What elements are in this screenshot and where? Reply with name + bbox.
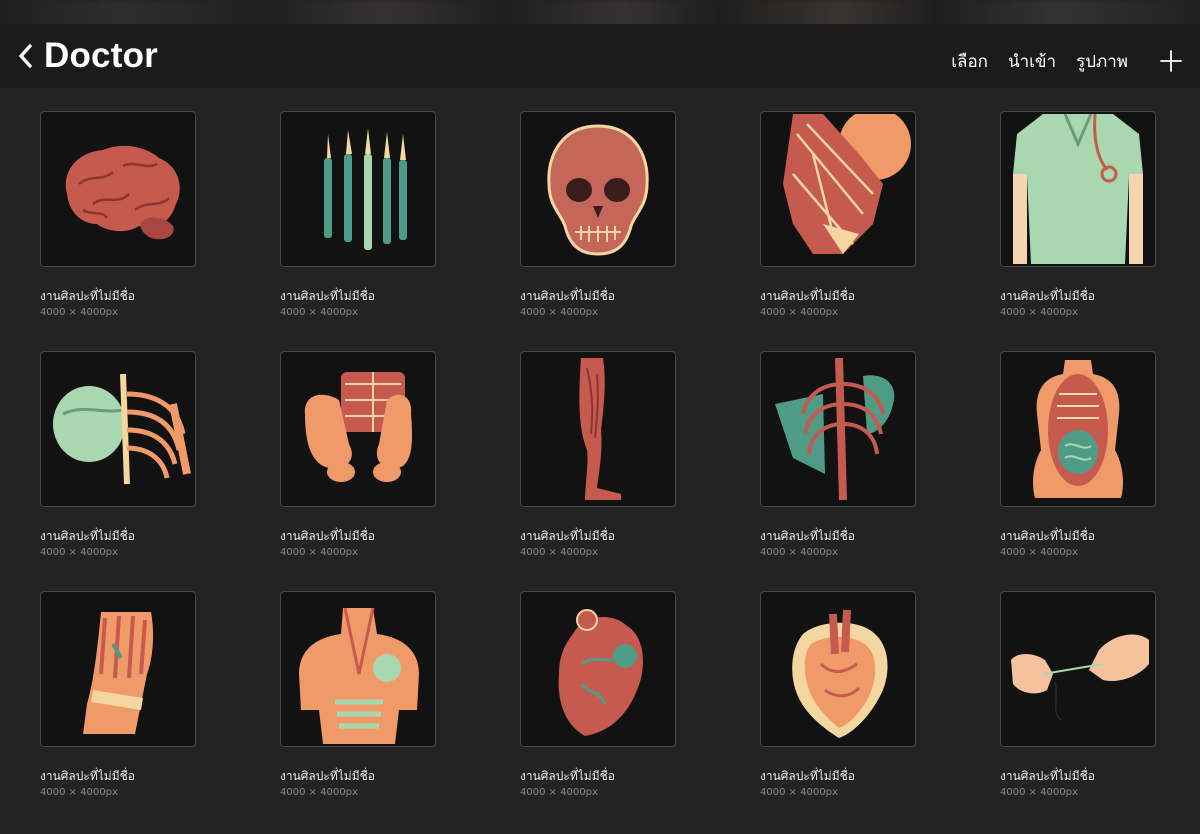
artwork-card[interactable]: งานศิลปะที่ไม่มีชื่อ 4000 × 4000px bbox=[760, 351, 916, 558]
pelvis-illustration bbox=[304, 372, 413, 482]
artwork-size: 4000 × 4000px bbox=[1000, 787, 1078, 798]
header-actions: เลือก นำเข้า รูปภาพ bbox=[931, 46, 1182, 76]
artwork-size: 4000 × 4000px bbox=[280, 307, 358, 318]
artwork-title: งานศิลปะที่ไม่มีชื่อ bbox=[1000, 769, 1095, 783]
artwork-thumbnail[interactable] bbox=[1000, 351, 1156, 507]
artwork-thumbnail[interactable] bbox=[1000, 591, 1156, 747]
select-button[interactable]: เลือก bbox=[951, 48, 988, 75]
artwork-title: งานศิลปะที่ไม่มีชื่อ bbox=[520, 529, 615, 543]
artwork-size: 4000 × 4000px bbox=[280, 547, 358, 558]
artwork-size: 4000 × 4000px bbox=[760, 307, 838, 318]
artwork-title: งานศิลปะที่ไม่มีชื่อ bbox=[1000, 289, 1095, 303]
artwork-card[interactable]: งานศิลปะที่ไม่มีชื่อ 4000 × 4000px bbox=[520, 351, 676, 558]
artwork-size: 4000 × 4000px bbox=[760, 787, 838, 798]
artwork-title: งานศิลปะที่ไม่มีชื่อ bbox=[40, 769, 135, 783]
shoulder-ribcage-illustration bbox=[53, 373, 191, 485]
artwork-size: 4000 × 4000px bbox=[1000, 307, 1078, 318]
artwork-title: งานศิลปะที่ไม่มีชื่อ bbox=[40, 289, 135, 303]
artwork-card[interactable]: งานศิลปะที่ไม่มีชื่อ 4000 × 4000px bbox=[40, 591, 196, 798]
artwork-size: 4000 × 4000px bbox=[40, 547, 118, 558]
back-button[interactable]: Doctor bbox=[16, 36, 158, 76]
artwork-thumbnail[interactable] bbox=[1000, 111, 1156, 267]
artwork-card[interactable]: งานศิลปะที่ไม่มีชื่อ 4000 × 4000px bbox=[40, 111, 196, 318]
heart-illustration bbox=[558, 609, 643, 736]
artwork-title: งานศิลปะที่ไม่มีชื่อ bbox=[760, 289, 855, 303]
plus-icon[interactable] bbox=[1160, 50, 1182, 72]
nav-header: Doctor เลือก นำเข้า รูปภาพ bbox=[0, 24, 1200, 88]
artwork-thumbnail[interactable] bbox=[760, 351, 916, 507]
artwork-card[interactable]: งานศิลปะที่ไม่มีชื่อ 4000 × 4000px bbox=[520, 591, 676, 798]
artwork-card[interactable]: งานศิลปะที่ไม่มีชื่อ 4000 × 4000px bbox=[1000, 351, 1156, 558]
artwork-thumbnail[interactable] bbox=[760, 111, 916, 267]
artwork-thumbnail[interactable] bbox=[40, 591, 196, 747]
artwork-card[interactable]: งานศิลปะที่ไม่มีชื่อ 4000 × 4000px bbox=[1000, 591, 1156, 798]
back-muscles-illustration bbox=[299, 607, 419, 744]
chevron-left-icon bbox=[19, 44, 32, 68]
artwork-thumbnail[interactable] bbox=[520, 111, 676, 267]
artwork-thumbnail[interactable] bbox=[40, 351, 196, 507]
artwork-size: 4000 × 4000px bbox=[280, 787, 358, 798]
artwork-title: งานศิลปะที่ไม่มีชื่อ bbox=[760, 769, 855, 783]
artwork-size: 4000 × 4000px bbox=[40, 307, 118, 318]
artwork-size: 4000 × 4000px bbox=[760, 547, 838, 558]
artwork-title: งานศิลปะที่ไม่มีชื่อ bbox=[760, 529, 855, 543]
scalpels-illustration bbox=[324, 128, 407, 250]
hands-suturing-illustration bbox=[1011, 634, 1149, 721]
artwork-thumbnail[interactable] bbox=[520, 591, 676, 747]
photo-button[interactable]: รูปภาพ bbox=[1076, 48, 1128, 75]
artwork-size: 4000 × 4000px bbox=[520, 787, 598, 798]
artwork-thumbnail[interactable] bbox=[760, 591, 916, 747]
artwork-thumbnail[interactable] bbox=[520, 351, 676, 507]
spine-back-illustration bbox=[775, 357, 895, 501]
artwork-title: งานศิลปะที่ไม่มีชื่อ bbox=[280, 529, 375, 543]
artwork-card[interactable]: งานศิลปะที่ไม่มีชื่อ 4000 × 4000px bbox=[760, 111, 916, 318]
page-title: Doctor bbox=[44, 36, 158, 75]
artwork-size: 4000 × 4000px bbox=[1000, 547, 1078, 558]
hand-anatomy-illustration bbox=[83, 612, 154, 734]
import-button[interactable]: นำเข้า bbox=[1008, 48, 1056, 75]
neck-muscles-illustration bbox=[783, 114, 911, 254]
doctor-scrubs-illustration bbox=[1013, 114, 1143, 264]
artwork-size: 4000 × 4000px bbox=[520, 547, 598, 558]
artwork-title: งานศิลปะที่ไม่มีชื่อ bbox=[1000, 529, 1095, 543]
artwork-card[interactable]: งานศิลปะที่ไม่มีชื่อ 4000 × 4000px bbox=[520, 111, 676, 318]
artwork-thumbnail[interactable] bbox=[280, 591, 436, 747]
artwork-title: งานศิลปะที่ไม่มีชื่อ bbox=[520, 769, 615, 783]
artwork-size: 4000 × 4000px bbox=[40, 787, 118, 798]
artwork-card[interactable]: งานศิลปะที่ไม่มีชื่อ 4000 × 4000px bbox=[280, 591, 436, 798]
artwork-card[interactable]: งานศิลปะที่ไม่มีชื่อ 4000 × 4000px bbox=[280, 351, 436, 558]
torso-organs-illustration bbox=[1033, 360, 1123, 498]
heart-cross-section-illustration bbox=[792, 609, 888, 738]
artwork-title: งานศิลปะที่ไม่มีชื่อ bbox=[40, 529, 135, 543]
artwork-thumbnail[interactable] bbox=[280, 111, 436, 267]
artwork-thumbnail[interactable] bbox=[40, 111, 196, 267]
skull-illustration bbox=[547, 124, 649, 256]
artwork-title: งานศิลปะที่ไม่มีชื่อ bbox=[280, 769, 375, 783]
brain-illustration bbox=[65, 145, 180, 240]
artwork-card[interactable]: งานศิลปะที่ไม่มีชื่อ 4000 × 4000px bbox=[280, 111, 436, 318]
artwork-card[interactable]: งานศิลปะที่ไม่มีชื่อ 4000 × 4000px bbox=[760, 591, 916, 798]
artwork-title: งานศิลปะที่ไม่มีชื่อ bbox=[280, 289, 375, 303]
artwork-title: งานศิลปะที่ไม่มีชื่อ bbox=[520, 289, 615, 303]
artwork-thumbnail[interactable] bbox=[280, 351, 436, 507]
artwork-card[interactable]: งานศิลปะที่ไม่มีชื่อ 4000 × 4000px bbox=[1000, 111, 1156, 318]
artwork-size: 4000 × 4000px bbox=[520, 307, 598, 318]
leg-muscles-illustration bbox=[579, 358, 621, 500]
artwork-card[interactable]: งานศิลปะที่ไม่มีชื่อ 4000 × 4000px bbox=[40, 351, 196, 558]
